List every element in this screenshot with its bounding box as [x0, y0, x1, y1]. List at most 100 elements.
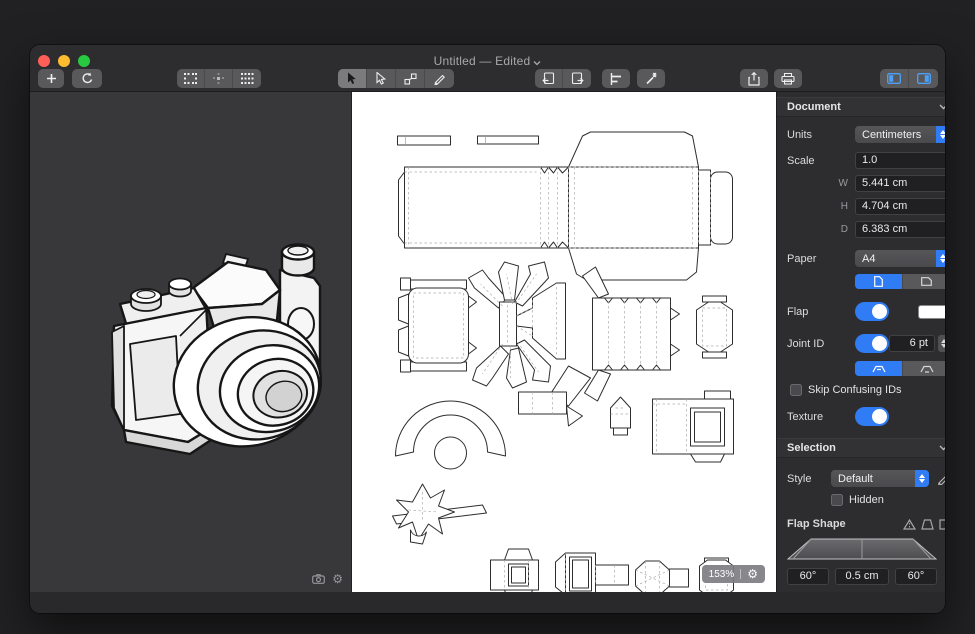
pattern-piece[interactable] [519, 366, 591, 426]
flap-color-well[interactable] [918, 305, 945, 319]
selection-section-title: Selection [787, 442, 836, 454]
edit-style-button[interactable] [937, 472, 945, 485]
pattern-piece[interactable] [611, 397, 631, 435]
pattern-piece[interactable] [398, 136, 539, 145]
flap-angle-left-input[interactable]: 60° [787, 568, 829, 585]
refresh-button[interactable] [72, 69, 102, 88]
scale-input[interactable]: 1.0 [855, 152, 945, 169]
add-button[interactable] [38, 69, 64, 88]
landscape-button[interactable] [903, 274, 945, 289]
document-section-header[interactable]: Document [777, 97, 945, 117]
plus-icon [46, 73, 57, 84]
pattern-piece[interactable] [393, 484, 487, 544]
view-both-button[interactable] [177, 69, 205, 88]
auto-unfold-button[interactable] [637, 69, 665, 88]
style-label: Style [787, 473, 831, 485]
units-value: Centimeters [862, 129, 921, 141]
direct-select-tool-button[interactable] [367, 69, 396, 88]
height-input[interactable]: 4.704 cm [855, 198, 945, 215]
depth-input[interactable]: 6.383 cm [855, 221, 945, 238]
id-outside-button[interactable] [903, 361, 945, 376]
flap-id-outside-icon [920, 365, 934, 373]
chevron-down-icon [939, 445, 945, 451]
app-window: Untitled — Edited [30, 45, 945, 613]
flap-angle-right-input[interactable]: 60° [895, 568, 937, 585]
split-view-icon [184, 73, 197, 84]
skip-confusing-ids-checkbox[interactable] [790, 384, 802, 396]
square-flap-icon[interactable] [939, 519, 945, 530]
select-tool-button[interactable] [338, 69, 367, 88]
id-inside-button[interactable] [855, 361, 903, 376]
connect-icon [404, 73, 417, 85]
hidden-label: Hidden [849, 494, 884, 506]
popup-stepper-icon [936, 250, 945, 267]
right-sidebar-icon [917, 73, 931, 84]
flap-toggle[interactable] [855, 302, 889, 321]
pattern-piece[interactable] [583, 267, 680, 401]
paper-popup[interactable]: A4 [855, 250, 945, 267]
toolbar [30, 68, 945, 92]
camera-icon[interactable] [312, 574, 325, 584]
chevron-down-icon [533, 60, 541, 66]
view-sheets-button[interactable] [233, 69, 261, 88]
panel-toggle-segment [880, 69, 938, 88]
pattern-piece[interactable] [469, 262, 566, 388]
sheet-canvas[interactable]: 153% ⚙ [352, 92, 776, 592]
cursor-outline-icon [376, 72, 387, 85]
left-sidebar-icon [887, 73, 901, 84]
height-key: H [787, 201, 855, 212]
pattern-piece[interactable] [556, 553, 629, 592]
canvas-settings-gear-icon[interactable]: ⚙ [747, 568, 758, 580]
share-button[interactable] [740, 69, 768, 88]
joint-id-label: Joint ID [787, 338, 855, 350]
viewport-settings-gear-icon[interactable]: ⚙ [332, 573, 343, 585]
pattern-piece[interactable] [399, 132, 733, 280]
flap-shape-preview[interactable] [777, 537, 945, 561]
width-input[interactable]: 5.441 cm [855, 175, 945, 192]
joint-id-size-input[interactable]: 6 pt [889, 335, 935, 352]
move-prev-sheet-button[interactable] [535, 69, 563, 88]
selection-section-header[interactable]: Selection [777, 438, 945, 458]
pattern-piece[interactable] [636, 561, 689, 592]
joint-id-toggle[interactable] [855, 334, 889, 353]
flap-width-input[interactable]: 0.5 cm [835, 568, 889, 585]
trapezoid-flap-icon[interactable] [921, 519, 934, 530]
toggle-left-panel-button[interactable] [880, 69, 909, 88]
print-button[interactable] [774, 69, 802, 88]
paper-value: A4 [862, 253, 875, 265]
pattern-piece[interactable] [399, 278, 477, 372]
portrait-button[interactable] [855, 274, 903, 289]
pencil-tool-button[interactable] [425, 69, 454, 88]
view-3d-button[interactable] [205, 69, 233, 88]
style-popup[interactable]: Default [831, 470, 929, 487]
size-stepper[interactable] [938, 335, 945, 352]
grid-icon [241, 73, 254, 84]
divider [740, 569, 741, 579]
pencil-icon [433, 72, 446, 85]
3d-viewport[interactable]: ⚙ [30, 92, 352, 592]
popup-stepper-icon [936, 126, 945, 143]
toggle-right-panel-button[interactable] [909, 69, 938, 88]
zoom-indicator[interactable]: 153% ⚙ [702, 565, 765, 583]
page-arrow-right-icon [571, 72, 584, 85]
popup-stepper-icon [915, 470, 929, 487]
unfold-pattern [352, 92, 776, 592]
connect-tool-button[interactable] [396, 69, 425, 88]
camera-3d-model[interactable] [30, 92, 352, 592]
units-popup[interactable]: Centimeters [855, 126, 945, 143]
triangle-flap-icon[interactable] [903, 519, 916, 530]
align-button[interactable] [602, 69, 630, 88]
zoom-value: 153% [709, 569, 735, 580]
chevron-down-icon [939, 104, 945, 110]
landscape-page-icon [921, 277, 932, 286]
pattern-piece[interactable] [697, 296, 733, 358]
cursor-icon [347, 72, 358, 85]
hidden-checkbox[interactable] [831, 494, 843, 506]
move-next-sheet-button[interactable] [563, 69, 591, 88]
align-left-icon [610, 73, 622, 85]
texture-toggle[interactable] [855, 407, 889, 426]
pattern-piece[interactable] [653, 391, 734, 462]
window-title[interactable]: Untitled — Edited [30, 54, 945, 68]
pattern-piece[interactable] [396, 401, 506, 469]
pattern-piece[interactable] [491, 549, 539, 592]
